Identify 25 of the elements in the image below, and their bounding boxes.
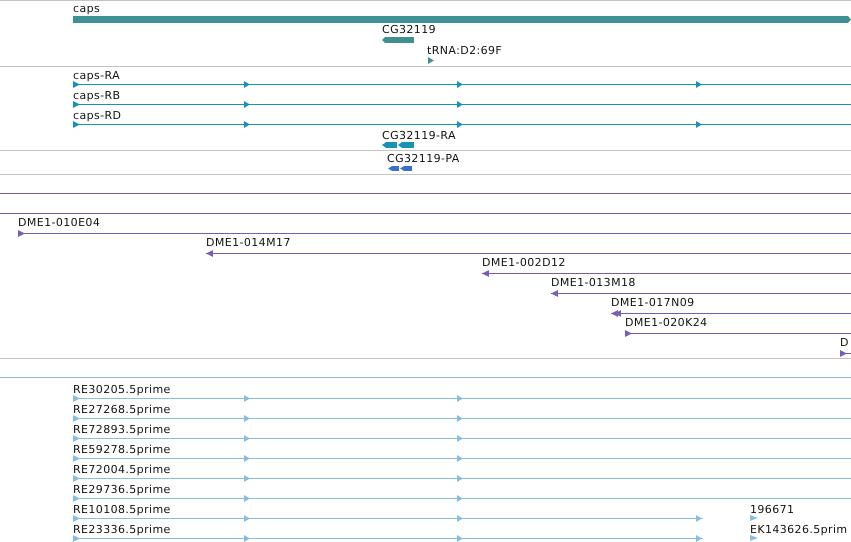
feature-label: caps-RA: [73, 69, 120, 82]
feature-label: DME1-013M18: [551, 276, 636, 289]
feature-label: RE27268.5prime: [73, 403, 171, 416]
feature-label: RE72893.5prime: [73, 423, 171, 436]
feature-label: CG32119: [382, 23, 436, 36]
feature-label: caps-RD: [73, 109, 122, 122]
feature-label: RE23336.5prime: [73, 523, 171, 536]
feature-label: caps-RB: [73, 89, 120, 102]
feature-label: DME1-020K24: [625, 316, 708, 329]
feature-label: 196671: [750, 503, 794, 516]
feature-label: RE10108.5prime: [73, 503, 171, 516]
feature-label: CG32119-PA: [387, 152, 460, 165]
feature-label: RE59278.5prime: [73, 443, 171, 456]
feature-label: caps: [73, 2, 100, 15]
feature-label: RE72004.5prime: [73, 463, 171, 476]
feature-label: DME1-002D12: [482, 256, 566, 269]
feature-label: DME1-017N09: [611, 296, 695, 309]
feature-label: EK143626.5prim: [750, 523, 848, 536]
feature-label: DME1-014M17: [206, 236, 291, 249]
feature-label: D: [840, 336, 849, 349]
feature-label: RE30205.5prime: [73, 383, 171, 396]
feature-label: CG32119-RA: [382, 129, 456, 142]
feature-label: DME1-010E04: [18, 216, 100, 229]
feature-label: tRNA:D2:69F: [427, 44, 502, 57]
feature-label: RE29736.5prime: [73, 483, 171, 496]
